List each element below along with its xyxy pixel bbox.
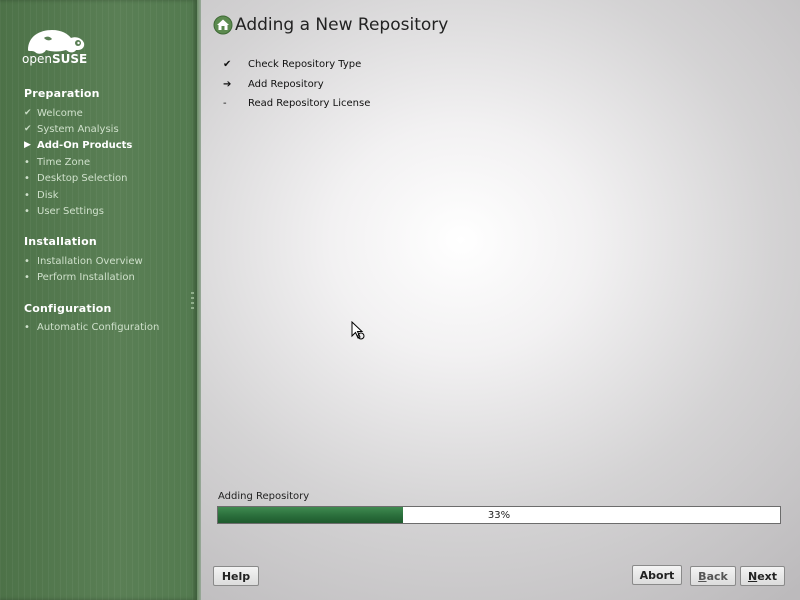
step-desktop-selection: • Desktop Selection — [24, 171, 128, 185]
bullet-icon: • — [24, 271, 30, 283]
step-label: User Settings — [37, 205, 104, 217]
section-preparation: Preparation — [24, 87, 100, 100]
wordmark-suse: SUSE — [51, 52, 88, 66]
task-label: Add Repository — [248, 78, 324, 90]
opensuse-wordmark: openSUSE — [22, 52, 87, 66]
task-current-arrow-icon: ➔ — [223, 78, 232, 90]
back-button[interactable]: Back — [690, 566, 736, 586]
bullet-icon: • — [24, 205, 30, 217]
check-icon: ✔ — [24, 124, 32, 134]
help-button[interactable]: Help — [213, 566, 259, 586]
task-read-repository-license: - Read Repository License — [223, 96, 370, 110]
step-label: Add-On Products — [37, 139, 133, 151]
step-label: Desktop Selection — [37, 172, 128, 184]
task-label: Check Repository Type — [248, 58, 362, 70]
task-add-repository: ➔ Add Repository — [223, 77, 324, 91]
progress-bar: 33% — [217, 506, 781, 524]
bullet-icon: • — [24, 321, 30, 333]
step-perform-installation: • Perform Installation — [24, 270, 135, 284]
step-user-settings: • User Settings — [24, 204, 104, 218]
main-content: Adding a New Repository ✔ Check Repositor… — [201, 0, 800, 600]
step-time-zone: • Time Zone — [24, 155, 90, 169]
step-label: Perform Installation — [37, 271, 135, 283]
abort-button[interactable]: Abort — [632, 565, 682, 585]
step-label: Installation Overview — [37, 255, 143, 267]
back-label-rest: ack — [706, 569, 728, 583]
step-label: Welcome — [37, 107, 83, 119]
task-done-check-icon: ✔ — [223, 58, 232, 70]
page-title: Adding a New Repository — [235, 15, 449, 35]
bullet-icon: • — [24, 156, 30, 168]
step-label: Disk — [37, 189, 59, 201]
repository-house-icon — [213, 15, 233, 35]
bullet-icon: • — [24, 189, 30, 201]
step-welcome: ✔ Welcome — [24, 106, 83, 120]
progress-percent-text: 33% — [487, 509, 511, 521]
bullet-icon: • — [24, 172, 30, 184]
bullet-icon: • — [24, 255, 30, 267]
next-label-rest: ext — [757, 569, 778, 583]
task-label: Read Repository License — [248, 97, 371, 109]
step-label: System Analysis — [37, 123, 119, 135]
progress-label: Adding Repository — [218, 491, 310, 502]
section-installation: Installation — [24, 235, 97, 248]
next-button[interactable]: Next — [740, 566, 785, 586]
task-check-repository-type: ✔ Check Repository Type — [223, 57, 361, 71]
current-arrow-icon: ▶ — [24, 140, 31, 150]
step-automatic-configuration: • Automatic Configuration — [24, 320, 159, 334]
wordmark-open: open — [22, 52, 52, 66]
step-installation-overview: • Installation Overview — [24, 254, 143, 268]
mouse-pointer-busy-icon — [351, 321, 365, 340]
back-mnemonic: B — [698, 569, 707, 583]
step-label: Automatic Configuration — [37, 321, 160, 333]
task-pending-dash-icon: - — [223, 97, 227, 109]
step-label: Time Zone — [37, 156, 91, 168]
section-configuration: Configuration — [24, 302, 112, 315]
sidebar: openSUSE Preparation ✔ Welcome ✔ System An… — [0, 0, 197, 600]
next-mnemonic: N — [747, 569, 758, 583]
sidebar-resize-grip[interactable] — [191, 292, 194, 310]
step-disk: • Disk — [24, 188, 58, 202]
check-icon: ✔ — [24, 108, 32, 118]
step-add-on-products: ▶ Add-On Products — [24, 138, 132, 152]
step-system-analysis: ✔ System Analysis — [24, 122, 119, 136]
